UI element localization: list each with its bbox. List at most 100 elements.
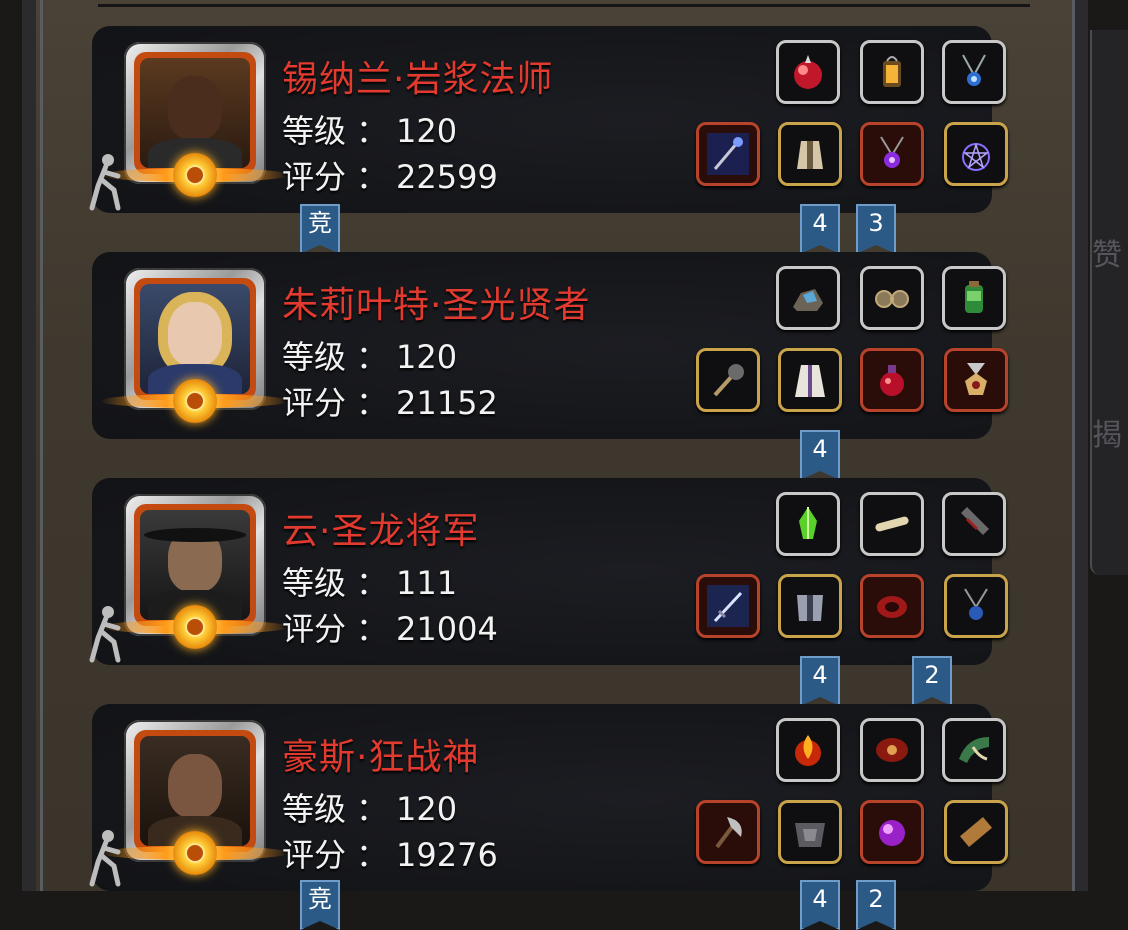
- count-ribbon: 2: [856, 880, 896, 930]
- fire-orb-icon: [795, 735, 821, 766]
- equip-slot[interactable]: [696, 574, 760, 638]
- equip-slot[interactable]: [696, 800, 760, 864]
- score-label: 评分: [282, 836, 347, 874]
- plate-armor-icon: [797, 595, 823, 621]
- green-crystal-icon: [799, 507, 817, 539]
- hero-level: 等级： 120: [282, 332, 457, 378]
- equip-slot[interactable]: [944, 122, 1008, 186]
- goggles-icon: [875, 290, 909, 308]
- hero-name: 锡纳兰·岩浆法师: [282, 59, 554, 100]
- frame-line-right: [1072, 0, 1075, 891]
- equip-slot[interactable]: [776, 492, 840, 556]
- colon: ：: [356, 610, 389, 648]
- arena-ribbon: 竞: [300, 880, 340, 930]
- colon: ：: [356, 836, 389, 874]
- equip-slot[interactable]: [778, 800, 842, 864]
- rock-crystal-icon: [793, 289, 823, 311]
- equip-slot[interactable]: [944, 800, 1008, 864]
- colon: ：: [356, 564, 389, 602]
- bone-flute-icon: [875, 516, 909, 532]
- bracer-icon: [961, 507, 989, 535]
- hero-name: 云·圣龙将军: [282, 511, 480, 552]
- medal-icon: [965, 363, 987, 395]
- top-divider: [98, 4, 1030, 7]
- robe-armor-icon: [797, 141, 823, 169]
- score-value: 21004: [396, 610, 498, 648]
- equip-slot[interactable]: [942, 40, 1006, 104]
- equip-slot[interactable]: [944, 348, 1008, 412]
- purple-amulet-icon: [880, 136, 904, 168]
- equip-slot[interactable]: [696, 122, 760, 186]
- white-robe-icon: [795, 365, 825, 397]
- equip-slot[interactable]: [696, 348, 760, 412]
- equip-slot[interactable]: [942, 718, 1006, 782]
- level-label: 等级: [282, 564, 347, 602]
- rank-medal-icon: [173, 153, 217, 197]
- red-potion-icon: [880, 365, 904, 396]
- count-ribbon: 4: [800, 880, 840, 930]
- green-flask-icon: [965, 281, 983, 313]
- blue-pendant-icon: [964, 588, 988, 620]
- pentagram-amulet-icon: [962, 142, 990, 171]
- hero-level: 等级： 120: [282, 784, 457, 830]
- equip-slot[interactable]: [860, 492, 924, 556]
- equip-slot[interactable]: [778, 574, 842, 638]
- equip-slot[interactable]: [860, 266, 924, 330]
- equip-slot[interactable]: [860, 40, 924, 104]
- colon: ：: [356, 338, 389, 376]
- level-value: 111: [396, 564, 458, 602]
- sword-icon: [707, 585, 749, 627]
- green-horn-icon: [959, 737, 989, 763]
- hero-score: 评分： 21004: [282, 604, 498, 650]
- stance-figure-icon: [89, 830, 121, 887]
- equip-slot[interactable]: [776, 718, 840, 782]
- hero-level: 等级： 111: [282, 558, 457, 604]
- equip-slot[interactable]: [860, 800, 924, 864]
- equip-slot[interactable]: [942, 266, 1006, 330]
- colon: ：: [356, 384, 389, 422]
- equip-slot[interactable]: [944, 574, 1008, 638]
- axe-icon: [715, 817, 742, 849]
- equip-slot[interactable]: [860, 574, 924, 638]
- wooden-plank-icon: [960, 816, 992, 848]
- colon: ：: [356, 158, 389, 196]
- rank-medal-icon: [173, 379, 217, 423]
- red-ring-icon: [877, 596, 907, 618]
- score-label: 评分: [282, 610, 347, 648]
- chest-plate-icon: [795, 823, 825, 847]
- stance-figure-icon: [89, 606, 121, 663]
- score-label: 评分: [282, 158, 347, 196]
- red-scroll-icon: [876, 738, 908, 762]
- hero-score: 评分： 22599: [282, 152, 498, 198]
- hero-level: 等级： 120: [282, 106, 457, 152]
- level-value: 120: [396, 338, 458, 376]
- score-value: 22599: [396, 158, 498, 196]
- hero-name: 朱莉叶特·圣光贤者: [282, 285, 591, 326]
- side-tab-2[interactable]: 揭: [1092, 410, 1122, 454]
- score-label: 评分: [282, 384, 347, 422]
- equip-slot[interactable]: [860, 348, 924, 412]
- equip-slot[interactable]: [776, 40, 840, 104]
- level-value: 120: [396, 790, 458, 828]
- level-label: 等级: [282, 112, 347, 150]
- equip-slot[interactable]: [860, 122, 924, 186]
- equip-slot[interactable]: [860, 718, 924, 782]
- equip-slot[interactable]: [778, 122, 842, 186]
- level-value: 120: [396, 112, 458, 150]
- level-label: 等级: [282, 790, 347, 828]
- equip-slot[interactable]: [942, 492, 1006, 556]
- side-tab-1[interactable]: 赞: [1092, 230, 1122, 274]
- lantern-icon: [883, 56, 901, 87]
- hero-name: 豪斯·狂战神: [282, 737, 480, 778]
- colon: ：: [356, 112, 389, 150]
- purple-gem-icon: [879, 820, 905, 846]
- hero-score: 评分： 19276: [282, 830, 498, 876]
- hero-score: 评分： 21152: [282, 378, 498, 424]
- rank-medal-icon: [173, 605, 217, 649]
- side-tab-strip[interactable]: [1090, 30, 1128, 575]
- score-value: 19276: [396, 836, 498, 874]
- equip-slot[interactable]: [776, 266, 840, 330]
- equip-slot[interactable]: [778, 348, 842, 412]
- red-orb-icon: [794, 55, 822, 89]
- stance-figure-icon: [89, 154, 121, 211]
